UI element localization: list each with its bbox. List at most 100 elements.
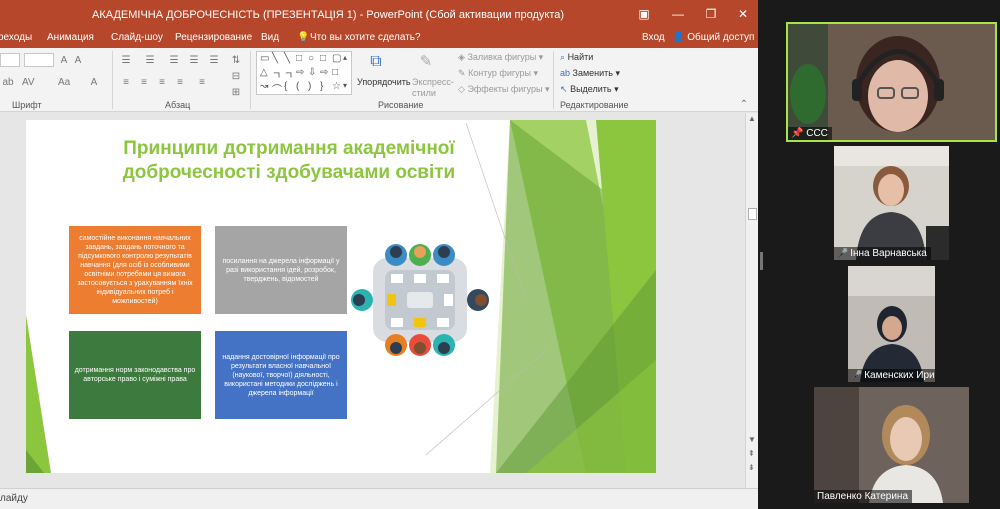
bullets-icon[interactable]: ☰ [120, 56, 132, 66]
principle-box-independent-work[interactable]: самостійне виконання навчальних завдань,… [69, 226, 201, 314]
numbering-icon[interactable]: ☰ [144, 56, 156, 66]
shape-fill-button[interactable]: ◈ Заливка фигуры ▾ [458, 52, 543, 63]
tell-me-search[interactable]: Что вы хотите сделать? [310, 32, 421, 43]
quick-styles-button[interactable]: Экспресс- стили [412, 77, 454, 99]
principle-text: самостійне виконання навчальних завдань,… [77, 235, 193, 305]
arrow-shape-icon: ⇨ [296, 67, 305, 78]
participant-tile[interactable]: 🎤Каменских Ирина [848, 266, 935, 382]
minimize-icon[interactable]: — [670, 6, 686, 22]
justify-icon[interactable]: ≡ [174, 78, 186, 88]
principle-box-copyright[interactable]: дотримання норм законодавства про авторс… [69, 331, 201, 419]
textbox-shape-icon: ▭ [260, 53, 270, 64]
ribbon-tabs: реходы Анимация Слайд-шоу Рецензирование… [0, 30, 758, 48]
scrollbar-thumb[interactable] [748, 208, 757, 220]
brace-shape-icon: ) [308, 81, 312, 92]
shape-effects-label: Эффекты фигуры [467, 84, 543, 94]
replace-button[interactable]: ab Заменить ▾ [560, 68, 620, 79]
align-text-icon[interactable]: ⊟ [230, 72, 242, 82]
text-direction-icon[interactable]: ⇅ [230, 56, 242, 66]
restore-icon[interactable]: ❐ [703, 6, 719, 22]
next-slide-icon[interactable]: ⇟ [748, 463, 755, 472]
align-right-icon[interactable]: ≡ [156, 78, 168, 88]
paint-bucket-icon: ◈ [458, 52, 465, 62]
select-button[interactable]: ↖ Выделить ▾ [560, 84, 619, 95]
title-bar: АКАДЕМІЧНА ДОБРОЧЕСНІСТЬ (ПРЕЗЕНТАЦІЯ 1)… [0, 0, 758, 30]
meeting-table-illustration[interactable] [351, 242, 489, 358]
rounded-rect-shape-icon: ▢ [332, 53, 342, 64]
curve-shape-icon: ↝ [260, 81, 269, 92]
align-left-icon[interactable]: ≡ [120, 78, 132, 88]
close-icon[interactable]: ✕ [735, 6, 751, 22]
star-shape-icon: ☆ [332, 81, 341, 92]
brace-shape-icon: { [284, 81, 288, 92]
collapse-ribbon-icon[interactable]: ⌃ [738, 100, 750, 110]
indent-increase-icon[interactable]: ☰ [188, 56, 200, 66]
connector-shape-icon: ㄱ [272, 71, 282, 82]
smartart-icon[interactable]: ⊞ [230, 88, 242, 98]
line-shape-icon: ╲ [284, 53, 291, 64]
scroll-down-icon[interactable]: ▼ [748, 435, 756, 444]
case-icon[interactable]: Aa [58, 78, 70, 88]
share-button[interactable]: 👤 Общий доступ [672, 32, 754, 43]
font-color-icon[interactable]: A [88, 78, 100, 88]
gallery-scroll-icon: ▴ [343, 53, 348, 62]
line-spacing-icon[interactable]: ☰ [208, 56, 220, 66]
curve-shape-icon: ⌒ [272, 85, 282, 96]
find-button[interactable]: ⌕ Найти [560, 52, 593, 63]
tab-animations[interactable]: Анимация [47, 32, 94, 43]
quick-styles-icon[interactable]: ✎ [418, 54, 434, 70]
tab-view[interactable]: Вид [261, 32, 279, 43]
prev-slide-icon[interactable]: ⇞ [748, 449, 755, 458]
increase-font-icon[interactable]: A [58, 56, 70, 66]
slide[interactable]: Принципи дотримання академічної доброчес… [26, 120, 656, 473]
principle-text: дотримання норм законодавства про авторс… [74, 367, 196, 383]
status-bar: лайду [0, 488, 758, 509]
ribbon: A A ab AV Aa A Шрифт ☰ ☰ ☰ ☰ ☰ ≡ ≡ ≡ ≡ ≡… [0, 48, 758, 112]
cursor-icon: ↖ [560, 84, 568, 94]
columns-icon[interactable]: ≡ [196, 78, 208, 88]
vertical-scrollbar[interactable]: ▲ ▼ ⇞ ⇟ [745, 113, 758, 488]
participant-name-text: ССС [806, 128, 828, 139]
font-size-box[interactable] [24, 53, 54, 67]
mic-muted-icon: 🎤 [851, 370, 863, 380]
principle-text: надання достовірної інформації про резул… [222, 353, 340, 397]
participant-video [788, 24, 995, 140]
participant-name-text: Інна Варнавська [850, 248, 927, 259]
tab-review[interactable]: Рецензирование [175, 32, 252, 43]
signin-link[interactable]: Вход [642, 32, 665, 43]
powerpoint-window: АКАДЕМІЧНА ДОБРОЧЕСНІСТЬ (ПРЕЗЕНТАЦІЯ 1)… [0, 0, 758, 509]
scroll-up-icon[interactable]: ▲ [748, 114, 756, 123]
shape-outline-button[interactable]: ✎ Контур фигуры ▾ [458, 68, 538, 79]
rectangle-shape-icon: □ [296, 53, 303, 64]
drawing-group-label: Рисование [378, 100, 424, 110]
tab-slideshow[interactable]: Слайд-шоу [111, 32, 163, 43]
person-icon: 👤 [672, 32, 685, 43]
arrange-button[interactable]: Упорядочить [357, 77, 411, 87]
oval-shape-icon: ○ [308, 53, 315, 64]
principle-box-citations[interactable]: посилання на джерела інформації у разі в… [215, 226, 347, 314]
slide-title[interactable]: Принципи дотримання академічної доброчес… [74, 137, 504, 185]
spacing-icon[interactable]: AV [22, 78, 35, 88]
shape-effects-button[interactable]: ◇ Эффекты фигуры ▾ [458, 84, 549, 95]
arrange-icon[interactable]: ⧉ [368, 54, 384, 70]
principle-box-reliable-info[interactable]: надання достовірної інформації про резул… [215, 331, 347, 419]
panel-resize-handle[interactable] [760, 252, 763, 270]
participant-tile[interactable]: 📌 ССС [786, 22, 997, 142]
indent-decrease-icon[interactable]: ☰ [168, 56, 180, 66]
tab-transitions[interactable]: реходы [0, 32, 32, 43]
participant-video [848, 266, 935, 382]
participant-tile[interactable]: 🎤 Інна Варнавська [834, 146, 949, 260]
participant-video [814, 387, 969, 503]
arrow-shape-icon: ⇩ [308, 67, 317, 78]
participant-tile[interactable]: Павленко Катерина [814, 387, 969, 503]
share-label: Общий доступ [687, 32, 755, 43]
font-name-box[interactable] [0, 53, 20, 67]
decrease-font-icon[interactable]: A [72, 56, 84, 66]
align-center-icon[interactable]: ≡ [138, 78, 150, 88]
ribbon-display-icon[interactable]: ▣ [636, 6, 652, 22]
video-panel: 📌 ССС 🎤Інна Варнавська 🎤Каменских Ирина [758, 0, 1000, 509]
mic-muted-icon: 🎤 [837, 248, 849, 258]
strikethrough-icon[interactable]: ab [2, 78, 14, 88]
replace-icon: ab [560, 68, 571, 78]
shapes-gallery[interactable]: ▭ ╲ ╲ □ ○ □ ▢ △ ㄱ ㄱ ⇨ ⇩ ⇨ □ ↝ ⌒ { ( ) } … [256, 51, 352, 96]
